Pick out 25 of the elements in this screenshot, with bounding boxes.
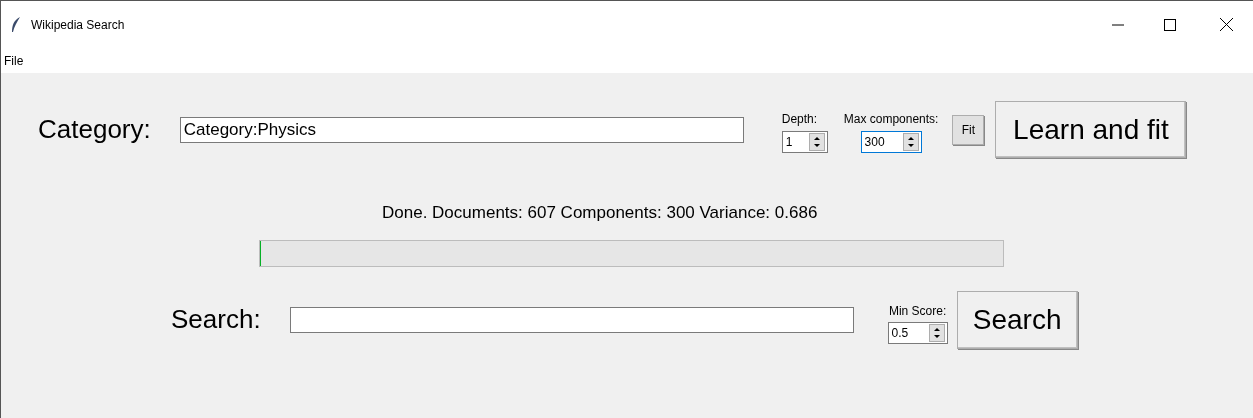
spinbox[interactable]: 1 — [781, 130, 828, 153]
spinbox-value: 300 — [863, 135, 886, 148]
spinbox-value: 1 — [784, 135, 794, 148]
status-text: Done. Documents: 607 Components: 300 Variance: 0.686 — [382, 202, 819, 224]
spinbox[interactable]: 300 — [860, 130, 922, 153]
spin-arrows-icon[interactable] — [902, 132, 919, 151]
spinbox[interactable]: 0.5 — [887, 321, 948, 344]
min-score-label: Min Score: — [888, 302, 947, 320]
window-title: Wikipedia Search — [31, 16, 125, 34]
category-label: Category: — [38, 113, 151, 146]
spin-arrows-icon[interactable] — [928, 323, 945, 342]
maximize-icon[interactable] — [1164, 18, 1176, 31]
feather-icon — [11, 16, 21, 33]
search-label: Search: — [171, 303, 261, 336]
category-field[interactable]: Category:Physics — [179, 116, 744, 143]
fit-button[interactable]: Fit — [952, 114, 985, 145]
spin-arrows-icon[interactable] — [808, 132, 825, 151]
depth-label: Depth: — [781, 110, 819, 128]
search-field[interactable] — [289, 306, 854, 333]
close-icon[interactable] — [1220, 18, 1233, 31]
spinbox-value: 0.5 — [890, 326, 910, 339]
menu-item[interactable]: File — [4, 51, 24, 70]
search-button[interactable]: Search — [956, 290, 1078, 349]
max-components-label: Max components: — [843, 110, 939, 128]
learn-and-fit-button[interactable]: Learn and fit — [995, 101, 1187, 158]
